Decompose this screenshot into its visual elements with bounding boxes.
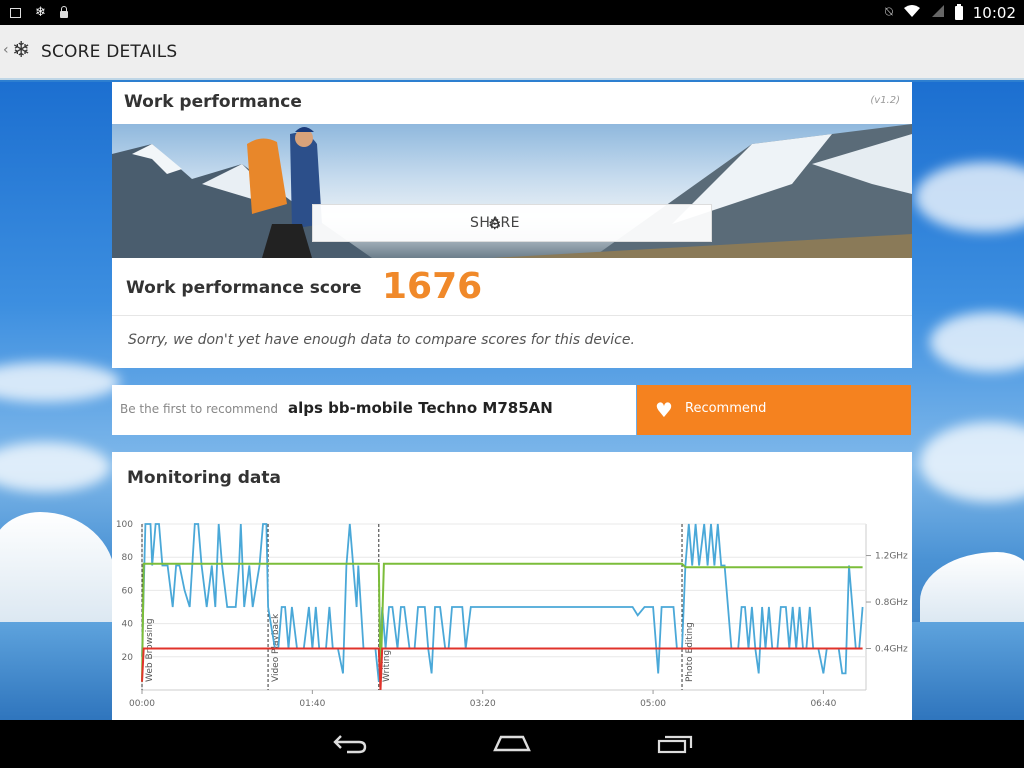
score-label: Work performance score xyxy=(126,278,362,298)
temperature-series-line xyxy=(141,647,863,691)
lock-icon xyxy=(59,6,68,18)
monitoring-card: Monitoring data 20 40 60 80 100 0.4GHz 0.8GHz 1… xyxy=(112,452,912,720)
wifi-icon xyxy=(903,4,921,21)
work-performance-card: Work performance (v1.2) SHARE ⚙ Work per… xyxy=(112,82,912,368)
battery-icon xyxy=(954,3,963,20)
up-chevron-icon[interactable]: ‹ xyxy=(3,42,9,58)
monitoring-heading: Monitoring data xyxy=(127,468,281,488)
section-label: Writing xyxy=(382,650,392,682)
snowflake-icon: ❄ xyxy=(35,5,46,20)
hero-image: SHARE ⚙ xyxy=(112,124,912,258)
recents-icon[interactable] xyxy=(657,732,693,760)
action-bar: ‹ ❄ SCORE DETAILS xyxy=(0,25,1024,80)
section-label: Photo Editing xyxy=(685,622,695,682)
y-right-tick-label: 0.8GHz xyxy=(875,598,908,608)
share-button[interactable]: SHARE ⚙ xyxy=(312,204,712,242)
work-performance-heading: Work performance xyxy=(124,92,302,112)
y-right-tick-label: 0.4GHz xyxy=(875,645,908,655)
recommend-button[interactable]: ♥ Recommend xyxy=(637,385,911,435)
x-tick-label: 00:00 xyxy=(129,699,155,709)
app-logo-icon[interactable]: ❄ xyxy=(12,38,30,63)
recommend-card: Be the first to recommend alps bb-mobile… xyxy=(112,385,636,435)
status-bar: ❄ ⍉ 10:02 xyxy=(0,0,1024,25)
monitoring-chart: 20 40 60 80 100 0.4GHz 0.8GHz 1.2GHz 00:00 01:40 0… xyxy=(116,520,908,709)
x-tick-label: 03:20 xyxy=(470,699,496,709)
work-performance-header: Work performance (v1.2) xyxy=(112,82,912,124)
clock: 10:02 xyxy=(972,3,1016,22)
home-icon[interactable] xyxy=(493,732,531,760)
y-tick-label: 100 xyxy=(116,520,133,530)
x-tick-label: 06:40 xyxy=(810,699,836,709)
mute-icon: ⍉ xyxy=(884,5,893,20)
device-name: alps bb-mobile Techno M785AN xyxy=(288,399,553,417)
y-right-tick-label: 1.2GHz xyxy=(875,552,908,562)
recommend-prefix: Be the first to recommend xyxy=(120,402,279,416)
signal-icon xyxy=(931,4,945,21)
status-icons-left: ❄ xyxy=(10,0,68,25)
y-tick-label: 20 xyxy=(122,653,134,663)
y-tick-label: 80 xyxy=(122,553,134,563)
share-icon: ⚙ xyxy=(488,215,502,233)
page-title: SCORE DETAILS xyxy=(41,42,178,62)
recommend-button-label: Recommend xyxy=(685,401,767,416)
y-tick-label: 40 xyxy=(122,620,134,630)
score-series-line xyxy=(141,523,864,682)
score-value: 1676 xyxy=(382,266,483,307)
image-icon xyxy=(10,7,21,18)
status-icons-right: ⍉ 10:02 xyxy=(885,0,1016,25)
navigation-bar xyxy=(0,720,1024,768)
back-icon[interactable] xyxy=(333,732,367,760)
section-label: Web Browsing xyxy=(145,618,155,682)
heart-icon: ♥ xyxy=(655,398,673,422)
x-tick-label: 05:00 xyxy=(640,699,666,709)
x-tick-label: 01:40 xyxy=(299,699,325,709)
score-row: Work performance score 1676 xyxy=(112,258,912,316)
y-tick-label: 60 xyxy=(122,586,134,596)
comparison-note: Sorry, we don't yet have enough data to … xyxy=(128,332,635,348)
version-label: (v1.2) xyxy=(870,95,900,106)
